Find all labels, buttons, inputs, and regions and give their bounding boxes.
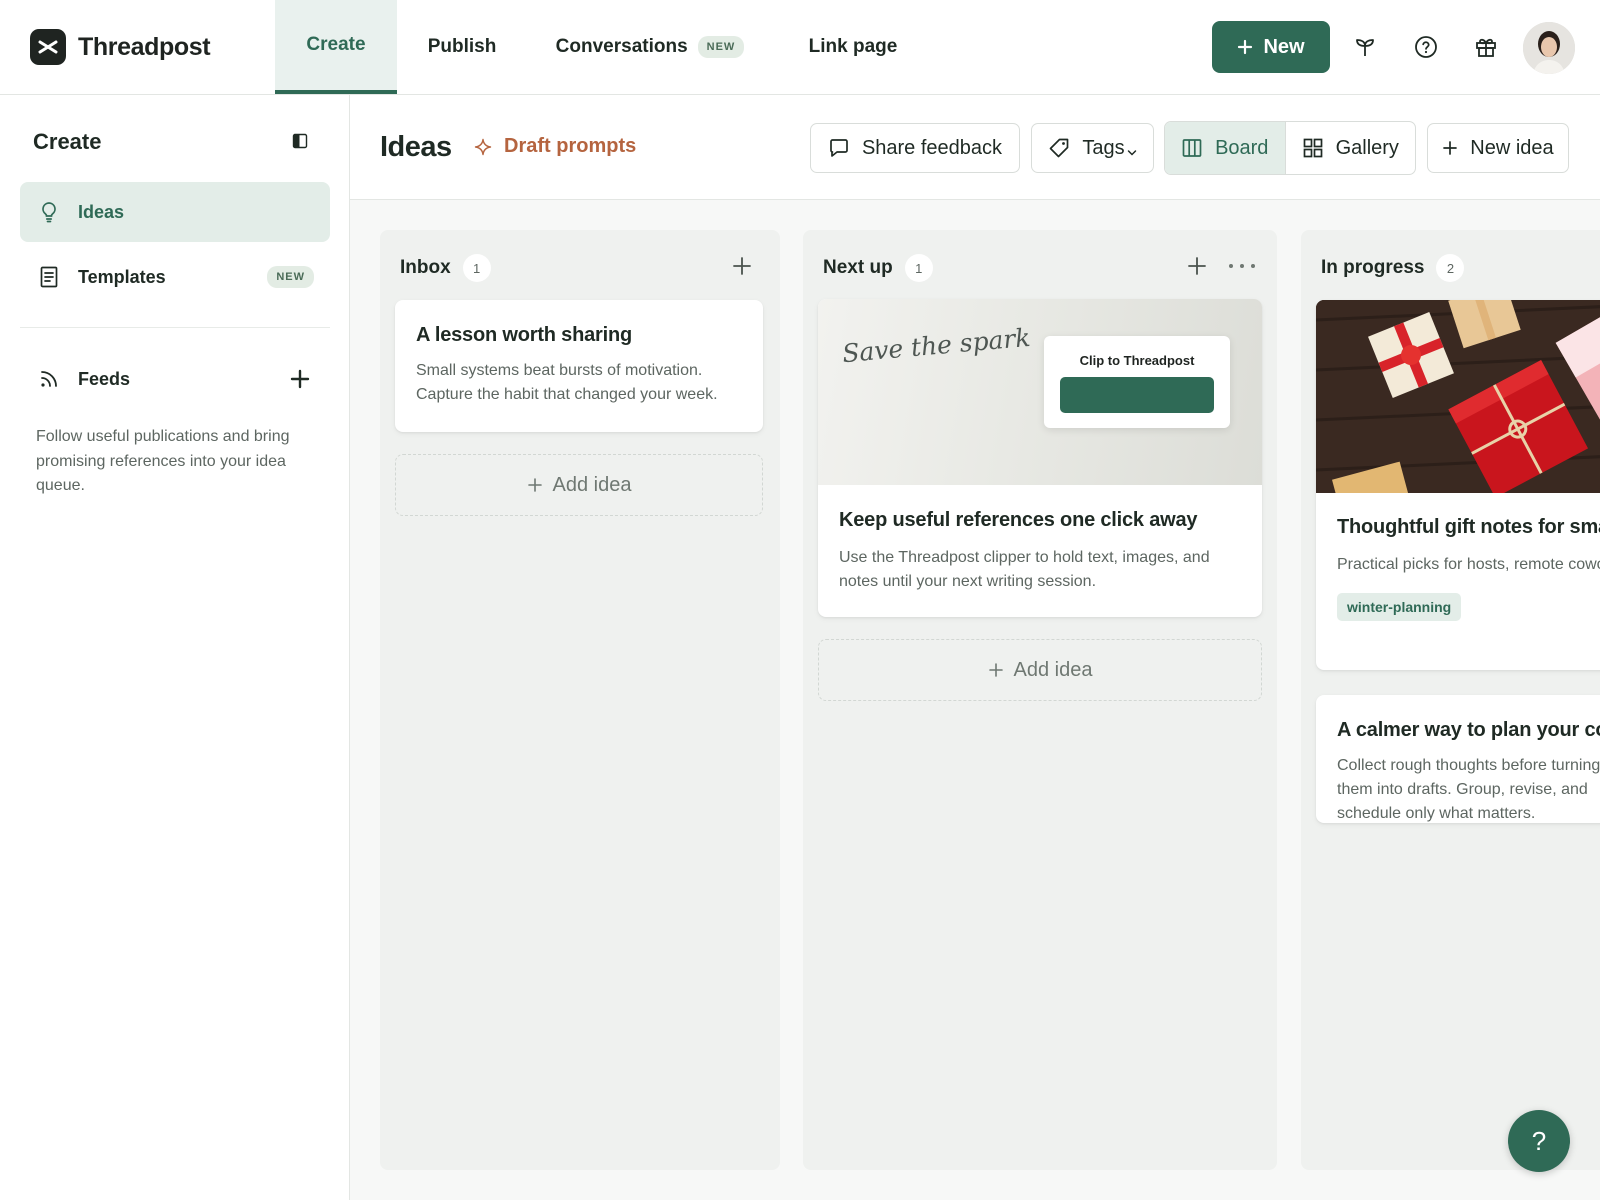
clipper-preview-image: Save the spark Clip to Threadpost [818, 299, 1262, 485]
sprout-icon[interactable] [1350, 32, 1380, 62]
add-to-column-icon[interactable] [1185, 254, 1209, 278]
gift-icon[interactable] [1471, 32, 1501, 62]
board-view-button[interactable]: Board [1165, 122, 1286, 174]
idea-card-text: Small systems beat bursts of motivation.… [416, 362, 718, 403]
ideas-header: Ideas Draft prompts Share feedback Tags … [350, 95, 1600, 200]
more-options-icon[interactable] [1225, 254, 1259, 278]
idea-card[interactable]: A lesson worth sharing Small systems bea… [395, 300, 763, 432]
tags-dropdown[interactable]: Tags [1031, 123, 1154, 173]
image-script-text: Save the spark [841, 322, 1032, 369]
column-header: Inbox 1 [400, 254, 491, 282]
column-header: In progress 2 [1321, 254, 1465, 282]
document-icon [38, 266, 60, 288]
new-button[interactable]: New [1212, 21, 1330, 73]
plus-icon [988, 663, 1003, 677]
app-name: Threadpost [78, 32, 211, 61]
column-count: 1 [904, 254, 933, 282]
new-idea-button[interactable]: New idea [1427, 123, 1569, 173]
column-header: Next up 1 [823, 254, 933, 282]
idea-card-title: A lesson worth sharing [416, 324, 633, 346]
add-feed-icon[interactable] [288, 367, 312, 391]
idea-card[interactable]: Save the spark Clip to Threadpost Keep u… [818, 299, 1262, 617]
tag-icon [1050, 138, 1069, 158]
user-avatar[interactable] [1523, 22, 1575, 74]
sidebar-item-ideas[interactable]: Ideas [20, 182, 330, 242]
plus-icon [1443, 141, 1458, 155]
tab-publish[interactable]: Publish [397, 0, 527, 94]
idea-card[interactable]: A calmer way to plan your content week C… [1316, 695, 1600, 823]
ideas-board: Inbox 1 A lesson worth sharing Small sys… [350, 200, 1600, 1200]
gallery-view-button[interactable]: Gallery [1286, 122, 1415, 174]
tag-badge[interactable]: winter-planning [1337, 593, 1462, 621]
lightbulb-icon [38, 201, 60, 223]
collapse-sidebar-icon[interactable] [292, 133, 310, 151]
idea-card-text: Collect rough thoughts before turning th… [1337, 757, 1600, 822]
draft-prompts-link[interactable]: Draft prompts [474, 135, 636, 158]
sidebar-item-feeds[interactable]: Feeds [20, 349, 330, 409]
column-count: 1 [462, 254, 491, 282]
help-icon[interactable] [1411, 32, 1441, 62]
share-feedback-button[interactable]: Share feedback [810, 123, 1020, 173]
tab-conversations[interactable]: Conversations NEW [540, 0, 760, 94]
rss-icon [38, 368, 60, 390]
grid-icon [1303, 138, 1322, 158]
sidebar: Create Ideas Templates NEW Feeds Follow … [0, 95, 350, 1200]
new-badge: NEW [697, 36, 745, 58]
idea-card-text: Practical picks for hosts, remote cowork… [1337, 556, 1600, 573]
app-logo[interactable]: Threadpost [30, 29, 211, 65]
feeds-description: Follow useful publications and bring pro… [36, 428, 290, 494]
top-navigation: Threadpost Create Publish Conversations … [0, 0, 1600, 95]
idea-card-text: Use the Threadpost clipper to hold text,… [839, 549, 1210, 590]
sidebar-title: Create [33, 129, 102, 154]
view-switcher: Board Gallery [1164, 121, 1416, 175]
avatar-photo-icon [1523, 22, 1575, 74]
gift-boxes-image [1316, 300, 1600, 493]
sidebar-item-templates[interactable]: Templates NEW [20, 247, 330, 307]
add-to-column-icon[interactable] [730, 254, 754, 278]
threadpost-logo-icon [30, 29, 66, 65]
tab-create[interactable]: Create [275, 0, 397, 94]
columns-icon [1182, 139, 1202, 157]
page-title: Ideas [380, 131, 452, 163]
plus-icon [1238, 39, 1253, 55]
gift-boxes-illustration-icon [1316, 300, 1600, 493]
idea-card-title: Keep useful references one click away [839, 509, 1198, 531]
plus-icon [527, 478, 542, 492]
help-chat-button[interactable]: ? [1508, 1110, 1570, 1172]
new-badge: NEW [267, 266, 314, 288]
clipper-popup-button [1060, 377, 1214, 413]
column-count: 2 [1436, 254, 1465, 282]
add-idea-button[interactable]: Add idea [395, 454, 763, 516]
sparkle-icon [474, 138, 492, 155]
column-inbox: Inbox 1 A lesson worth sharing Small sys… [380, 230, 780, 1170]
tab-link-page[interactable]: Link page [788, 0, 918, 94]
idea-card-title: Thoughtful gift notes for small budgets [1337, 516, 1600, 538]
clipper-popup: Clip to Threadpost [1044, 336, 1230, 428]
idea-card-title: A calmer way to plan your content week [1337, 719, 1600, 741]
comment-icon [830, 139, 848, 157]
idea-card[interactable]: Thoughtful gift notes for small budgets … [1316, 300, 1600, 670]
column-next-up: Next up 1 Save the spark Clip to Threadp… [803, 230, 1277, 1170]
add-idea-button[interactable]: Add idea [818, 639, 1262, 701]
sidebar-divider [20, 327, 330, 328]
chevron-down-icon [1127, 149, 1136, 156]
column-in-progress: In progress 2 Thoughtful gift notes for … [1301, 230, 1600, 1170]
